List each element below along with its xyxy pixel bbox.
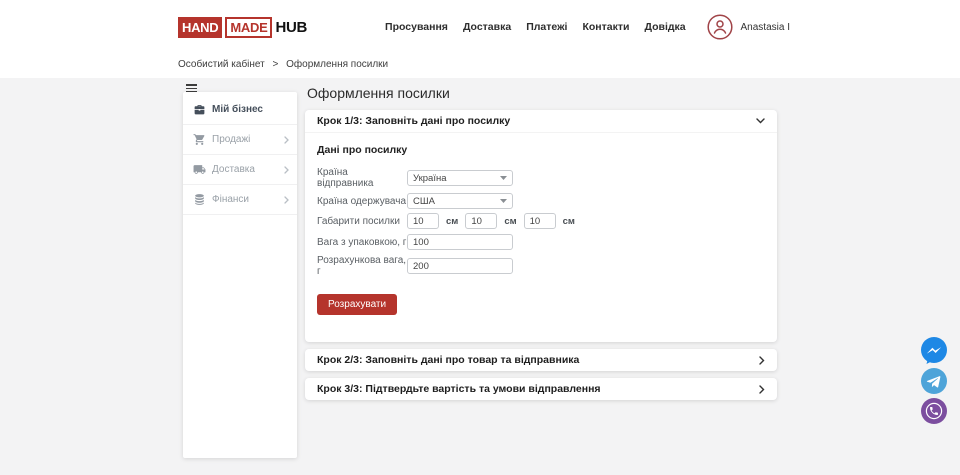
nav-item-help[interactable]: Довідка: [644, 21, 685, 33]
header: HAND MADE HUB Просування Доставка Платеж…: [0, 0, 960, 54]
chevron-right-icon: [284, 136, 289, 144]
chevron-down-icon: [756, 118, 765, 124]
packed-weight-input[interactable]: [407, 234, 513, 250]
user-menu[interactable]: Anastasia I: [707, 14, 790, 40]
sidebar-item-delivery[interactable]: Доставка: [183, 155, 297, 185]
breadcrumb: Особистий кабінет > Оформлення посилки: [0, 54, 960, 78]
sender-country-select[interactable]: Україна: [407, 170, 513, 186]
chevron-right-icon: [284, 166, 289, 174]
messenger-button[interactable]: [920, 337, 948, 365]
dimension-unit-label: см: [504, 216, 516, 227]
sidebar-item-sales[interactable]: Продажі: [183, 125, 297, 155]
chevron-right-icon: [284, 196, 289, 204]
dimension-unit-label: см: [446, 216, 458, 227]
sidebar-item-finances[interactable]: Фінанси: [183, 185, 297, 215]
telegram-button[interactable]: [920, 367, 948, 395]
step-1-label: Крок 1/3: Заповніть дані про посилку: [317, 115, 510, 127]
step-3-header[interactable]: Крок 3/3: Підтвердьте вартість та умови …: [305, 378, 777, 400]
page-title: Оформлення посилки: [307, 85, 777, 101]
logo-hand: HAND: [178, 17, 222, 38]
calculated-weight-label: Розрахункова вага, г: [317, 255, 407, 277]
sender-country-row: Країна відправника Україна: [317, 167, 765, 189]
viber-icon: [920, 397, 948, 425]
dimensions-row: Габарити посилки см см см: [317, 213, 765, 229]
dimension-unit-label: см: [563, 216, 575, 227]
telegram-icon: [920, 367, 948, 395]
truck-icon: [193, 163, 206, 176]
nav-item-delivery[interactable]: Доставка: [463, 21, 511, 33]
step-2-header[interactable]: Крок 2/3: Заповніть дані про товар та ві…: [305, 349, 777, 371]
packed-weight-label: Вага з упаковкою, г: [317, 237, 407, 248]
main-nav: Просування Доставка Платежі Контакти Дов…: [385, 21, 686, 33]
chevron-right-icon: [759, 356, 765, 365]
user-name: Anastasia I: [741, 22, 790, 33]
parcel-data-section-title: Дані про посилку: [317, 144, 765, 156]
step-2-label: Крок 2/3: Заповніть дані про товар та ві…: [317, 354, 579, 366]
breadcrumb-separator: >: [273, 59, 279, 70]
recipient-country-select[interactable]: США: [407, 193, 513, 209]
viber-button[interactable]: [920, 397, 948, 425]
step-1-body: Дані про посилку Країна відправника Укра…: [305, 132, 777, 342]
chevron-right-icon: [759, 385, 765, 394]
recipient-country-label: Країна одержувача: [317, 196, 407, 207]
logo-hub: HUB: [275, 19, 307, 36]
sender-country-value: Україна: [413, 173, 447, 184]
nav-item-payments[interactable]: Платежі: [526, 21, 567, 33]
step-3-label: Крок 3/3: Підтвердьте вартість та умови …: [317, 383, 601, 395]
cart-icon: [193, 133, 206, 146]
step-1-card: Крок 1/3: Заповніть дані про посилку Дан…: [305, 110, 777, 342]
content-area: Мій бізнес Продажі Доставка: [0, 78, 960, 475]
briefcase-icon: [193, 103, 206, 116]
step-1-header[interactable]: Крок 1/3: Заповніть дані про посилку: [305, 110, 777, 132]
step-3-card: Крок 3/3: Підтвердьте вартість та умови …: [305, 378, 777, 400]
sidebar-item-label: Фінанси: [212, 194, 284, 205]
step-2-card: Крок 2/3: Заповніть дані про товар та ві…: [305, 349, 777, 371]
page: HAND MADE HUB Просування Доставка Платеж…: [0, 0, 960, 475]
sidebar-item-label: Продажі: [212, 134, 284, 145]
floating-social-buttons: [920, 337, 948, 425]
recipient-country-value: США: [413, 196, 435, 207]
sidebar: Мій бізнес Продажі Доставка: [183, 92, 297, 458]
calculate-button[interactable]: Розрахувати: [317, 294, 397, 315]
avatar-icon: [707, 14, 733, 40]
calculated-weight-input[interactable]: [407, 258, 513, 274]
nav-item-promotion[interactable]: Просування: [385, 21, 448, 33]
dimension-width-input[interactable]: [465, 213, 497, 229]
dimensions-label: Габарити посилки: [317, 216, 407, 227]
main-panel: Оформлення посилки Крок 1/3: Заповніть д…: [305, 78, 777, 407]
sidebar-item-label: Мій бізнес: [212, 104, 289, 115]
sender-country-label: Країна відправника: [317, 167, 407, 189]
sidebar-item-my-business[interactable]: Мій бізнес: [183, 95, 297, 125]
dimension-length-input[interactable]: [407, 213, 439, 229]
dimension-height-input[interactable]: [524, 213, 556, 229]
sidebar-item-label: Доставка: [212, 164, 284, 175]
messenger-icon: [920, 337, 948, 365]
breadcrumb-personal-cabinet[interactable]: Особистий кабінет: [178, 59, 265, 70]
nav-item-contacts[interactable]: Контакти: [582, 21, 629, 33]
recipient-country-row: Країна одержувача США: [317, 193, 765, 209]
breadcrumb-current-page: Оформлення посилки: [286, 59, 388, 70]
logo-made: MADE: [225, 17, 272, 38]
packed-weight-row: Вага з упаковкою, г: [317, 234, 765, 250]
select-arrow-icon: [500, 199, 507, 203]
logo[interactable]: HAND MADE HUB: [178, 17, 307, 38]
coins-icon: [193, 193, 206, 206]
select-arrow-icon: [500, 176, 507, 180]
calculated-weight-row: Розрахункова вага, г: [317, 255, 765, 277]
